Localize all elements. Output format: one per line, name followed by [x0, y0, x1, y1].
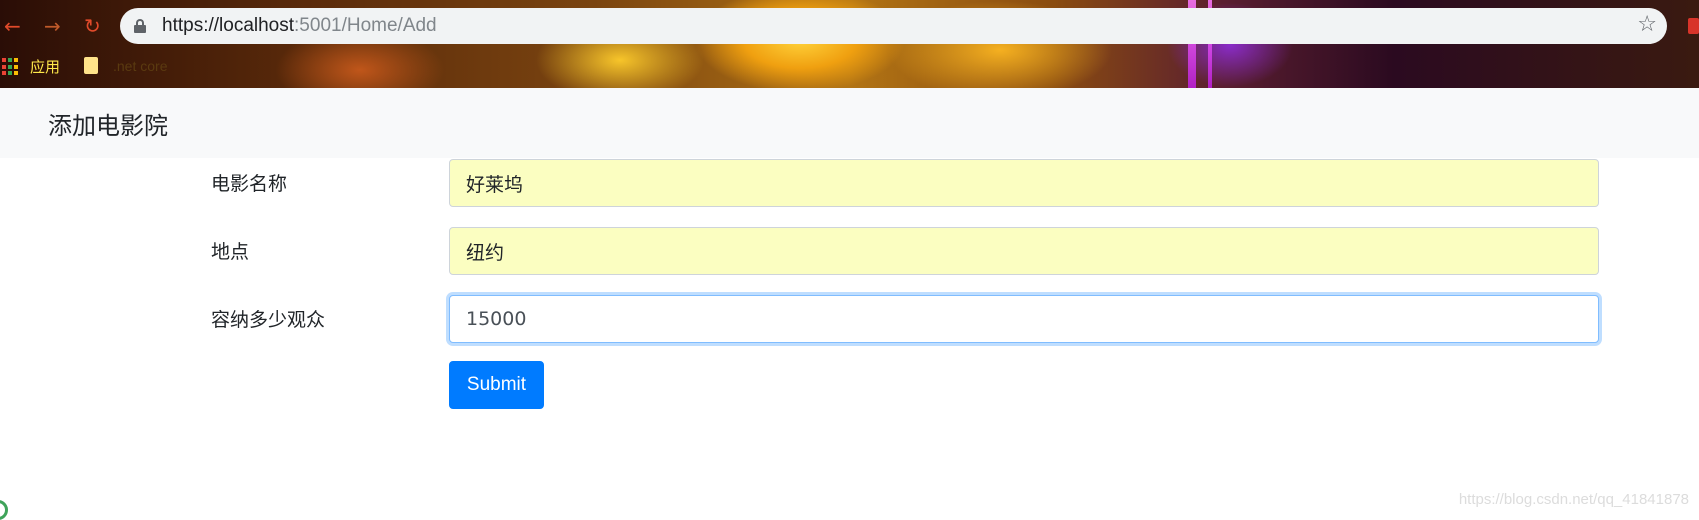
watermark-text: https://blog.csdn.net/qq_41841878: [1458, 491, 1689, 508]
apps-grid-icon[interactable]: [2, 58, 20, 76]
submit-button[interactable]: Submit: [449, 361, 544, 409]
lock-icon: [134, 19, 146, 33]
forward-icon[interactable]: →: [44, 14, 61, 38]
form-row-location: 地点: [0, 227, 1699, 275]
form-row-movie-name: 电影名称: [0, 159, 1699, 207]
form-row-capacity: 容纳多少观众: [0, 295, 1699, 343]
page-navbar: 添加电影院: [0, 88, 1699, 158]
movie-name-label: 电影名称: [211, 173, 288, 195]
capacity-label: 容纳多少观众: [211, 309, 326, 331]
bookmark-star-icon[interactable]: ☆: [1637, 12, 1657, 37]
location-label: 地点: [211, 241, 250, 263]
extension-icon[interactable]: [1688, 18, 1699, 34]
reload-icon[interactable]: ↻: [84, 14, 101, 38]
url-host: https://localhost: [162, 15, 295, 36]
bookmark-folder-netcore[interactable]: .net core: [113, 58, 167, 74]
movie-name-input[interactable]: [449, 159, 1599, 207]
url-text[interactable]: https://localhost:5001/Home/Add: [162, 15, 437, 37]
location-input[interactable]: [449, 227, 1599, 275]
corner-circle-icon: [0, 500, 8, 520]
address-bar[interactable]: https://localhost:5001/Home/Add ☆: [120, 8, 1667, 44]
capacity-input[interactable]: [449, 295, 1599, 343]
bookmark-apps[interactable]: 应用: [30, 56, 60, 77]
browser-chrome: ← → ↻ https://localhost:5001/Home/Add ☆ …: [0, 0, 1699, 88]
back-icon[interactable]: ←: [4, 14, 21, 38]
folder-icon: [84, 57, 98, 74]
page-title[interactable]: 添加电影院: [48, 106, 168, 141]
url-path: :5001/Home/Add: [294, 15, 437, 36]
